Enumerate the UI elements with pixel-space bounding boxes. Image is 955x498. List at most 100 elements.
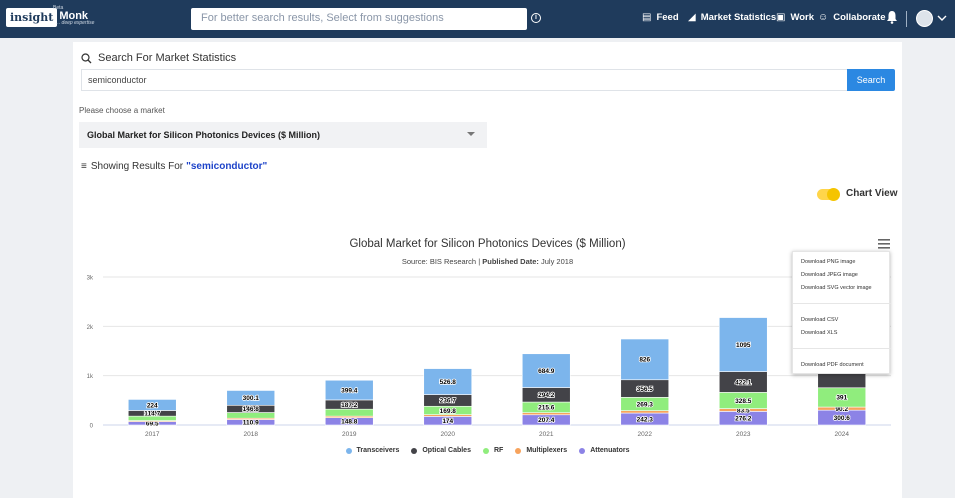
legend-label: Multiplexers: [526, 447, 568, 454]
menu-download-pdf[interactable]: Download PDF document: [801, 362, 864, 368]
info-icon[interactable]: i: [531, 13, 541, 23]
global-search-input[interactable]: For better search results, Select from s…: [191, 8, 527, 30]
chevron-down-icon[interactable]: [937, 13, 947, 23]
bar-segment: [226, 412, 276, 419]
y-tick-label: 3k: [87, 276, 94, 282]
legend-marker: [579, 447, 586, 454]
legend-item[interactable]: Transceivers: [345, 447, 400, 454]
legend-marker: [482, 447, 489, 454]
chart-icon: ◢: [688, 12, 696, 23]
data-label: 148.8: [341, 419, 358, 426]
bar-segment: [521, 412, 571, 416]
data-label: 391: [836, 395, 847, 402]
nav-collaborate[interactable]: ☺ Collaborate: [818, 12, 885, 23]
published-label: Published Date:: [482, 257, 539, 266]
nav-collaborate-label: Collaborate: [833, 12, 886, 23]
menu-download-svg[interactable]: Download SVG vector image: [801, 285, 872, 291]
nav-market-statistics[interactable]: ◢ Market Statistics: [688, 12, 776, 23]
menu-download-png[interactable]: Download PNG image: [801, 259, 855, 265]
menu-download-csv[interactable]: Download CSV: [801, 317, 838, 323]
data-label: 294.2: [538, 392, 555, 399]
legend-label: Optical Cables: [422, 447, 471, 454]
avatar[interactable]: [916, 10, 933, 27]
data-label: 826: [639, 357, 650, 364]
data-label: 328.5: [735, 398, 752, 405]
menu-download-xls[interactable]: Download XLS: [801, 330, 837, 336]
results-prefix: Showing Results For: [90, 161, 184, 172]
market-search-input[interactable]: semiconductor: [81, 69, 847, 91]
data-label: 110.9: [243, 420, 259, 427]
x-tick-label: 2017: [145, 431, 160, 438]
search-panel-title-text: Search For Market Statistics: [98, 52, 237, 64]
legend-marker: [345, 447, 352, 454]
legend-marker: [411, 447, 418, 454]
nav-work[interactable]: ▣ Work: [776, 12, 814, 23]
nav-divider: [906, 11, 907, 27]
data-label: 356.5: [637, 386, 654, 393]
x-tick-label: 2018: [244, 431, 259, 438]
search-button[interactable]: Search: [847, 69, 895, 91]
data-label: 174: [442, 418, 453, 425]
caret-down-icon: [467, 132, 475, 136]
bar-segment: [324, 408, 374, 417]
y-tick-label: 0: [90, 424, 94, 430]
data-label: 684.9: [538, 368, 555, 375]
data-label: 146.8: [243, 406, 260, 413]
market-select[interactable]: Global Market for Silicon Photonics Devi…: [79, 122, 487, 148]
briefcase-icon: ▣: [776, 12, 786, 23]
published-value: July 2018: [541, 257, 574, 266]
data-label: 187.2: [341, 402, 358, 409]
insightmonk-logo[interactable]: insight Monk Beta ... deep expertise: [6, 5, 94, 27]
x-tick-label: 2020: [441, 431, 456, 438]
chart-title: Global Market for Silicon Photonics Devi…: [349, 238, 626, 250]
chart-menu-icon[interactable]: [878, 239, 890, 249]
market-select-value: Global Market for Silicon Photonics Devi…: [87, 130, 321, 140]
results-query: "semiconductor": [186, 161, 268, 172]
logo-tagline: ... deep expertise: [56, 20, 95, 26]
logo-box: insight: [6, 8, 58, 27]
nav-feed-label: Feed: [656, 12, 679, 23]
y-tick-label: 1k: [87, 374, 94, 380]
data-label: 242.3: [637, 416, 654, 423]
data-label: 269.3: [637, 401, 654, 408]
legend-item[interactable]: Multiplexers: [515, 447, 567, 454]
market-search-row: semiconductor Search: [81, 69, 895, 91]
stacked-bar-chart: 01k2k3k69.5114.72242017110.9146.8300.120…: [87, 276, 891, 438]
menu-separator: [793, 348, 891, 349]
nav-feed[interactable]: ▤ Feed: [642, 12, 679, 23]
legend-label: Attenuators: [590, 447, 630, 454]
nav-market-statistics-label: Market Statistics: [700, 12, 777, 23]
top-navigation-bar: insight Monk Beta ... deep expertise For…: [0, 0, 955, 38]
data-label: 300.1: [243, 395, 260, 402]
data-label: 114.7: [144, 411, 160, 418]
nav-work-label: Work: [790, 12, 815, 23]
x-tick-label: 2023: [736, 431, 751, 438]
legend-item[interactable]: Optical Cables: [411, 447, 471, 454]
source-value: BIS Research: [429, 257, 477, 266]
chart-legend: Transceivers Optical Cables RF Multiplexers…: [73, 447, 902, 454]
legend-item[interactable]: Attenuators: [579, 447, 629, 454]
data-label: 169.8: [440, 408, 457, 415]
data-label: 215.6: [538, 405, 555, 412]
menu-download-jpeg[interactable]: Download JPEG image: [801, 272, 858, 278]
data-label: 399.4: [341, 387, 358, 394]
bell-icon[interactable]: [886, 10, 898, 24]
legend-label: RF: [493, 447, 504, 454]
legend-item[interactable]: RF: [482, 447, 504, 454]
chart-view-label: Chart View: [846, 188, 898, 199]
data-label: 207.4: [538, 417, 555, 424]
logo-beta: Beta: [53, 5, 64, 11]
x-tick-label: 2022: [638, 431, 653, 438]
legend-label: Transceivers: [356, 447, 400, 454]
data-label: 526.8: [440, 379, 457, 386]
data-label: 276.2: [735, 415, 752, 422]
search-panel-title: Search For Market Statistics: [81, 52, 236, 64]
data-label: 1095: [736, 342, 751, 349]
chart-view-toggle[interactable]: [817, 188, 840, 201]
results-heading: ≡ Showing Results For "semiconductor": [81, 161, 267, 172]
y-tick-label: 2k: [87, 325, 94, 331]
bar-segment: [620, 410, 670, 414]
legend-marker: [515, 447, 522, 454]
x-tick-label: 2019: [342, 431, 357, 438]
people-icon: ☺: [818, 12, 829, 23]
